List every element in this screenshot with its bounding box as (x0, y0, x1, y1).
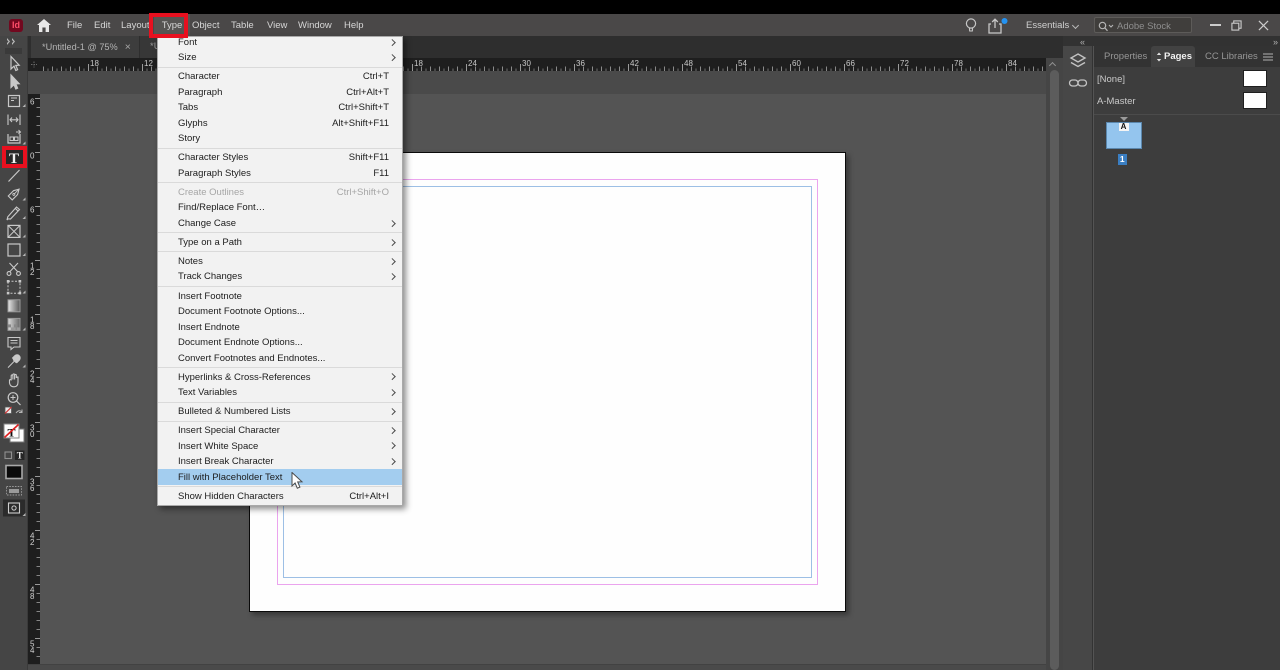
svg-text:66: 66 (846, 59, 855, 68)
svg-text:0: 0 (30, 152, 35, 161)
svg-text:12: 12 (144, 59, 153, 68)
svg-text:2: 2 (30, 268, 35, 277)
svg-text:2: 2 (30, 538, 35, 547)
svg-text:T: T (17, 451, 23, 461)
svg-text:30: 30 (522, 59, 531, 68)
svg-text:6: 6 (30, 484, 35, 493)
svg-text:60: 60 (792, 59, 801, 68)
svg-text:24: 24 (468, 59, 477, 68)
svg-text:0: 0 (30, 430, 35, 439)
svg-text:54: 54 (738, 59, 747, 68)
svg-text:6: 6 (30, 206, 35, 215)
svg-text:18: 18 (414, 59, 423, 68)
svg-text:8: 8 (30, 322, 35, 331)
svg-text:36: 36 (576, 59, 585, 68)
svg-text:6: 6 (30, 98, 35, 107)
svg-text:8: 8 (30, 592, 35, 601)
svg-text:4: 4 (30, 376, 35, 385)
svg-text:72: 72 (900, 59, 909, 68)
svg-text:78: 78 (954, 59, 963, 68)
svg-text:4: 4 (30, 646, 35, 655)
svg-text:18: 18 (90, 59, 99, 68)
svg-text:84: 84 (1008, 59, 1017, 68)
svg-text:48: 48 (684, 59, 693, 68)
svg-text:42: 42 (630, 59, 639, 68)
